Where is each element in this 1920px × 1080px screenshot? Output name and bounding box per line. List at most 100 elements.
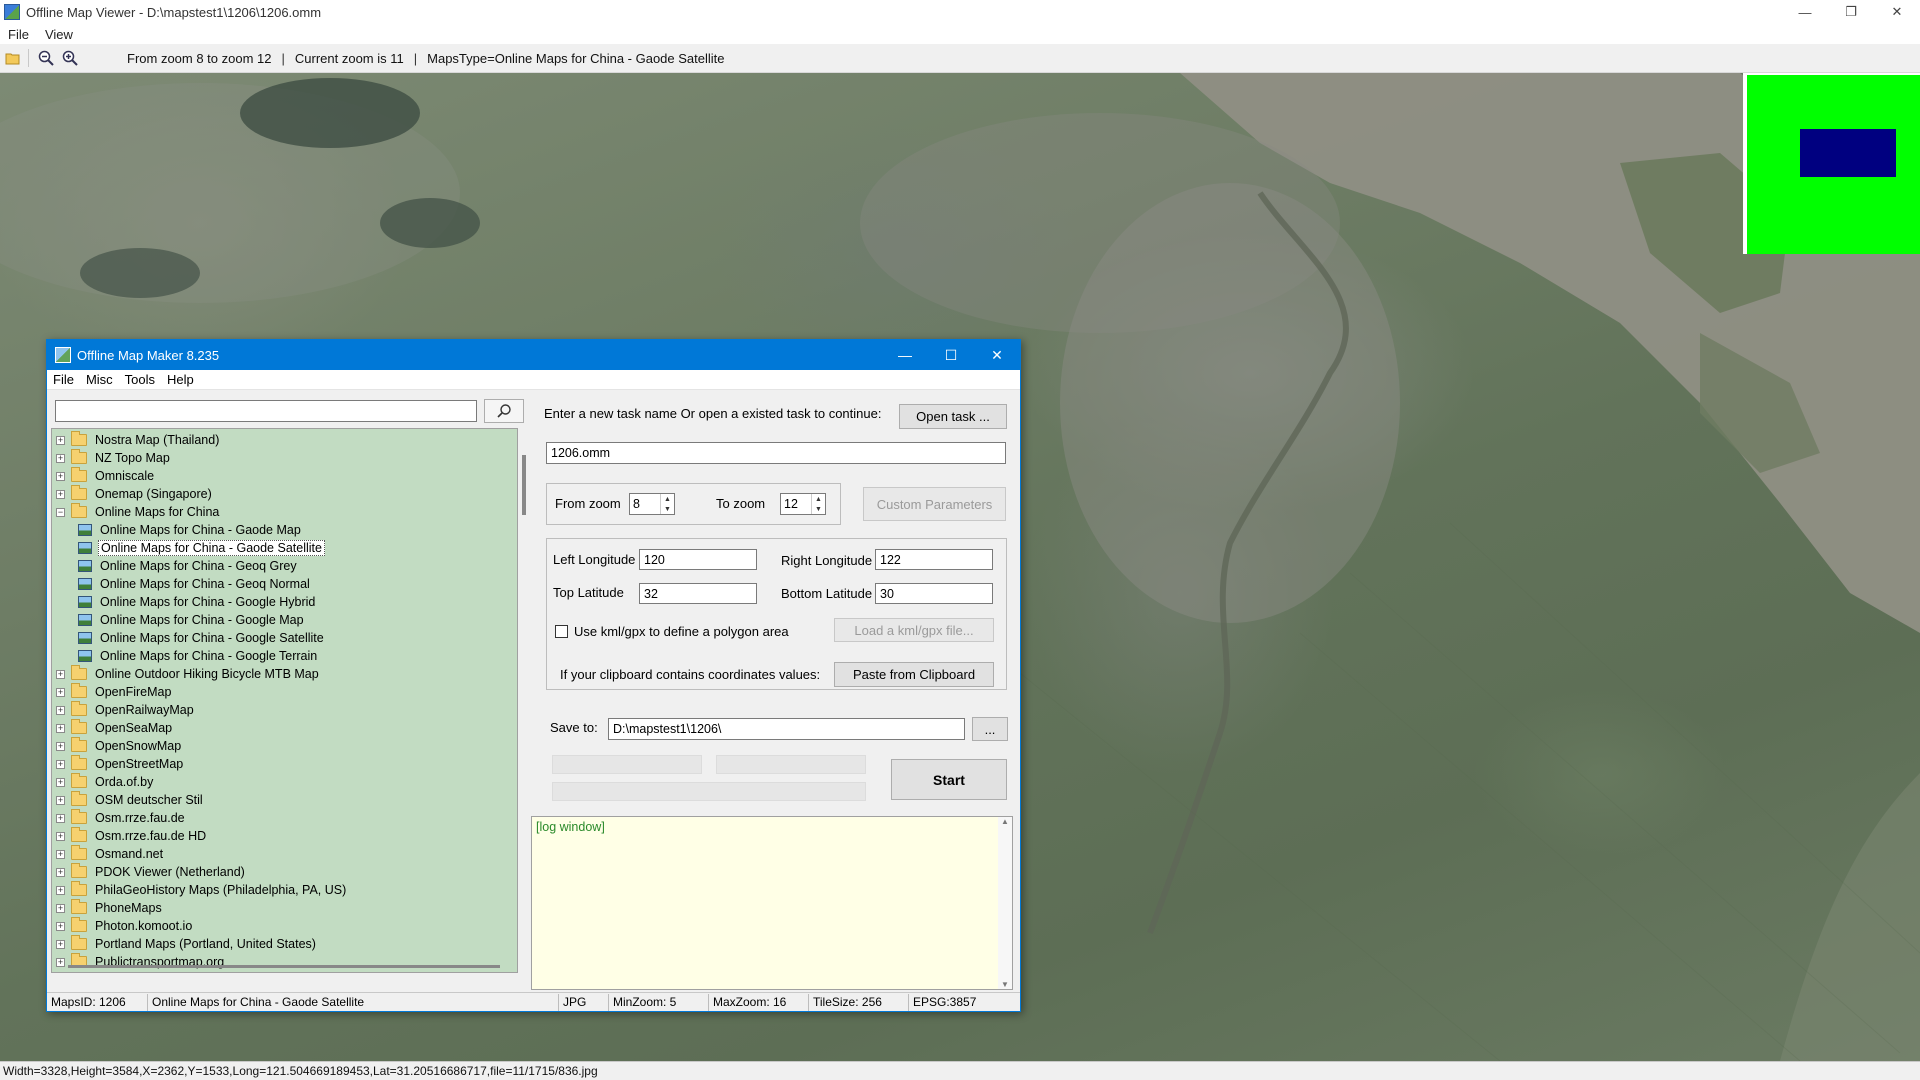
tree-folder-item[interactable]: + Photon.komoot.io xyxy=(56,917,194,935)
chevron-up-icon[interactable]: ▲ xyxy=(661,494,674,504)
tree-folder-item[interactable]: − Online Maps for China xyxy=(56,503,221,521)
browse-button[interactable]: ... xyxy=(972,717,1008,741)
right-longitude-input[interactable]: 122 xyxy=(875,549,993,570)
tree-folder-item[interactable]: + PhoneMaps xyxy=(56,899,164,917)
paste-clipboard-button[interactable]: Paste from Clipboard xyxy=(834,662,994,687)
expand-icon[interactable]: + xyxy=(56,813,65,823)
zoom-in-icon[interactable] xyxy=(59,47,81,69)
expand-icon[interactable]: + xyxy=(56,885,65,895)
save-path-input[interactable]: D:\mapstest1\1206\ xyxy=(608,718,965,740)
tree-folder-item[interactable]: + Publictransportmap.org xyxy=(56,953,226,971)
tree-folder-item[interactable]: + PDOK Viewer (Netherland) xyxy=(56,863,247,881)
tree-folder-item[interactable]: + OpenRailwayMap xyxy=(56,701,196,719)
expand-icon[interactable]: + xyxy=(56,795,65,805)
status-epsg: EPSG:3857 xyxy=(913,995,977,1009)
tree-map-item[interactable]: Online Maps for China - Geoq Grey xyxy=(78,557,299,575)
scroll-down-icon[interactable]: ▼ xyxy=(1001,980,1009,989)
tree-horizontal-scrollbar[interactable] xyxy=(68,965,500,968)
bottom-latitude-input[interactable]: 30 xyxy=(875,583,993,604)
maker-menu-file[interactable]: File xyxy=(47,372,80,387)
expand-icon[interactable]: + xyxy=(56,867,65,877)
overview-minimap[interactable] xyxy=(1743,73,1920,254)
tree-folder-item[interactable]: + OpenFireMap xyxy=(56,683,173,701)
minimap-viewport[interactable] xyxy=(1800,129,1896,177)
search-button[interactable] xyxy=(484,399,524,423)
expand-icon[interactable]: + xyxy=(56,435,65,445)
tree-folder-item[interactable]: + OpenSeaMap xyxy=(56,719,174,737)
expand-icon[interactable]: + xyxy=(56,849,65,859)
from-zoom-stepper[interactable]: 8 ▲ ▼ xyxy=(629,493,675,515)
pane-splitter[interactable] xyxy=(522,455,526,515)
restore-button[interactable]: ❐ xyxy=(1828,0,1874,24)
open-folder-icon[interactable] xyxy=(2,47,24,69)
maker-menu-tools[interactable]: Tools xyxy=(119,372,161,387)
log-vertical-scrollbar[interactable]: ▲ ▼ xyxy=(998,817,1012,989)
task-name-input[interactable]: 1206.omm xyxy=(546,442,1006,464)
tree-folder-item[interactable]: + OpenSnowMap xyxy=(56,737,183,755)
menu-file[interactable]: File xyxy=(0,27,37,42)
close-button[interactable]: ✕ xyxy=(1874,0,1920,24)
tree-map-item[interactable]: Online Maps for China - Google Hybrid xyxy=(78,593,317,611)
tree-map-item[interactable]: Online Maps for China - Geoq Normal xyxy=(78,575,312,593)
expand-icon[interactable]: + xyxy=(56,831,65,841)
minimize-button[interactable]: — xyxy=(1782,0,1828,24)
tree-folder-item[interactable]: + Online Outdoor Hiking Bicycle MTB Map xyxy=(56,665,321,683)
maker-menu-help[interactable]: Help xyxy=(161,372,200,387)
maker-maximize-button[interactable]: ☐ xyxy=(928,340,974,370)
maker-close-button[interactable]: ✕ xyxy=(974,340,1020,370)
load-kml-button[interactable]: Load a kml/gpx file... xyxy=(834,618,994,642)
left-longitude-input[interactable]: 120 xyxy=(639,549,757,570)
log-window[interactable]: [log window] ▲ ▼ xyxy=(531,816,1013,990)
expand-icon[interactable]: + xyxy=(56,759,65,769)
maker-minimize-button[interactable]: — xyxy=(882,340,928,370)
tree-folder-item[interactable]: + OpenStreetMap xyxy=(56,755,185,773)
tree-map-item[interactable]: Online Maps for China - Gaode Map xyxy=(78,521,303,539)
tree-map-item[interactable]: Online Maps for China - Google Map xyxy=(78,611,306,629)
scroll-up-icon[interactable]: ▲ xyxy=(1001,817,1009,826)
zoom-out-icon[interactable] xyxy=(35,47,57,69)
tree-map-item[interactable]: Online Maps for China - Gaode Satellite xyxy=(78,539,325,557)
tree-item-label: Online Maps for China - Geoq Normal xyxy=(100,577,310,591)
use-kml-checkbox[interactable] xyxy=(555,625,568,638)
expand-icon[interactable]: + xyxy=(56,687,65,697)
collapse-icon[interactable]: − xyxy=(56,507,65,517)
tree-folder-item[interactable]: + Omniscale xyxy=(56,467,156,485)
tree-folder-item[interactable]: + Onemap (Singapore) xyxy=(56,485,214,503)
search-input[interactable] xyxy=(55,400,477,422)
tree-folder-item[interactable]: + Osmand.net xyxy=(56,845,165,863)
expand-icon[interactable]: + xyxy=(56,669,65,679)
maker-menu-misc[interactable]: Misc xyxy=(80,372,119,387)
expand-icon[interactable]: + xyxy=(56,939,65,949)
tree-folder-item[interactable]: + Orda.of.by xyxy=(56,773,155,791)
top-latitude-input[interactable]: 32 xyxy=(639,583,757,604)
start-button[interactable]: Start xyxy=(891,759,1007,800)
menu-view[interactable]: View xyxy=(37,27,81,42)
expand-icon[interactable]: + xyxy=(56,471,65,481)
folder-icon xyxy=(71,827,87,842)
expand-icon[interactable]: + xyxy=(56,705,65,715)
tree-folder-item[interactable]: + Osm.rrze.fau.de HD xyxy=(56,827,208,845)
expand-icon[interactable]: + xyxy=(56,777,65,787)
chevron-up-icon[interactable]: ▲ xyxy=(812,494,825,504)
tree-map-item[interactable]: Online Maps for China - Google Terrain xyxy=(78,647,319,665)
tree-folder-item[interactable]: + OSM deutscher Stil xyxy=(56,791,205,809)
tree-folder-item[interactable]: + Portland Maps (Portland, United States) xyxy=(56,935,318,953)
expand-icon[interactable]: + xyxy=(56,489,65,499)
expand-icon[interactable]: + xyxy=(56,453,65,463)
expand-icon[interactable]: + xyxy=(56,957,65,967)
custom-parameters-button[interactable]: Custom Parameters xyxy=(863,487,1006,521)
map-source-tree[interactable]: + Nostra Map (Thailand) + NZ Topo Map + Omnis… xyxy=(51,428,518,973)
open-task-button[interactable]: Open task ... xyxy=(899,404,1007,429)
tree-folder-item[interactable]: + Osm.rrze.fau.de xyxy=(56,809,187,827)
chevron-down-icon[interactable]: ▼ xyxy=(812,504,825,514)
tree-map-item[interactable]: Online Maps for China - Google Satellite xyxy=(78,629,326,647)
tree-folder-item[interactable]: + NZ Topo Map xyxy=(56,449,172,467)
to-zoom-stepper[interactable]: 12 ▲ ▼ xyxy=(780,493,826,515)
expand-icon[interactable]: + xyxy=(56,921,65,931)
expand-icon[interactable]: + xyxy=(56,741,65,751)
chevron-down-icon[interactable]: ▼ xyxy=(661,504,674,514)
tree-folder-item[interactable]: + PhilaGeoHistory Maps (Philadelphia, PA,… xyxy=(56,881,348,899)
tree-folder-item[interactable]: + Nostra Map (Thailand) xyxy=(56,431,221,449)
expand-icon[interactable]: + xyxy=(56,723,65,733)
expand-icon[interactable]: + xyxy=(56,903,65,913)
